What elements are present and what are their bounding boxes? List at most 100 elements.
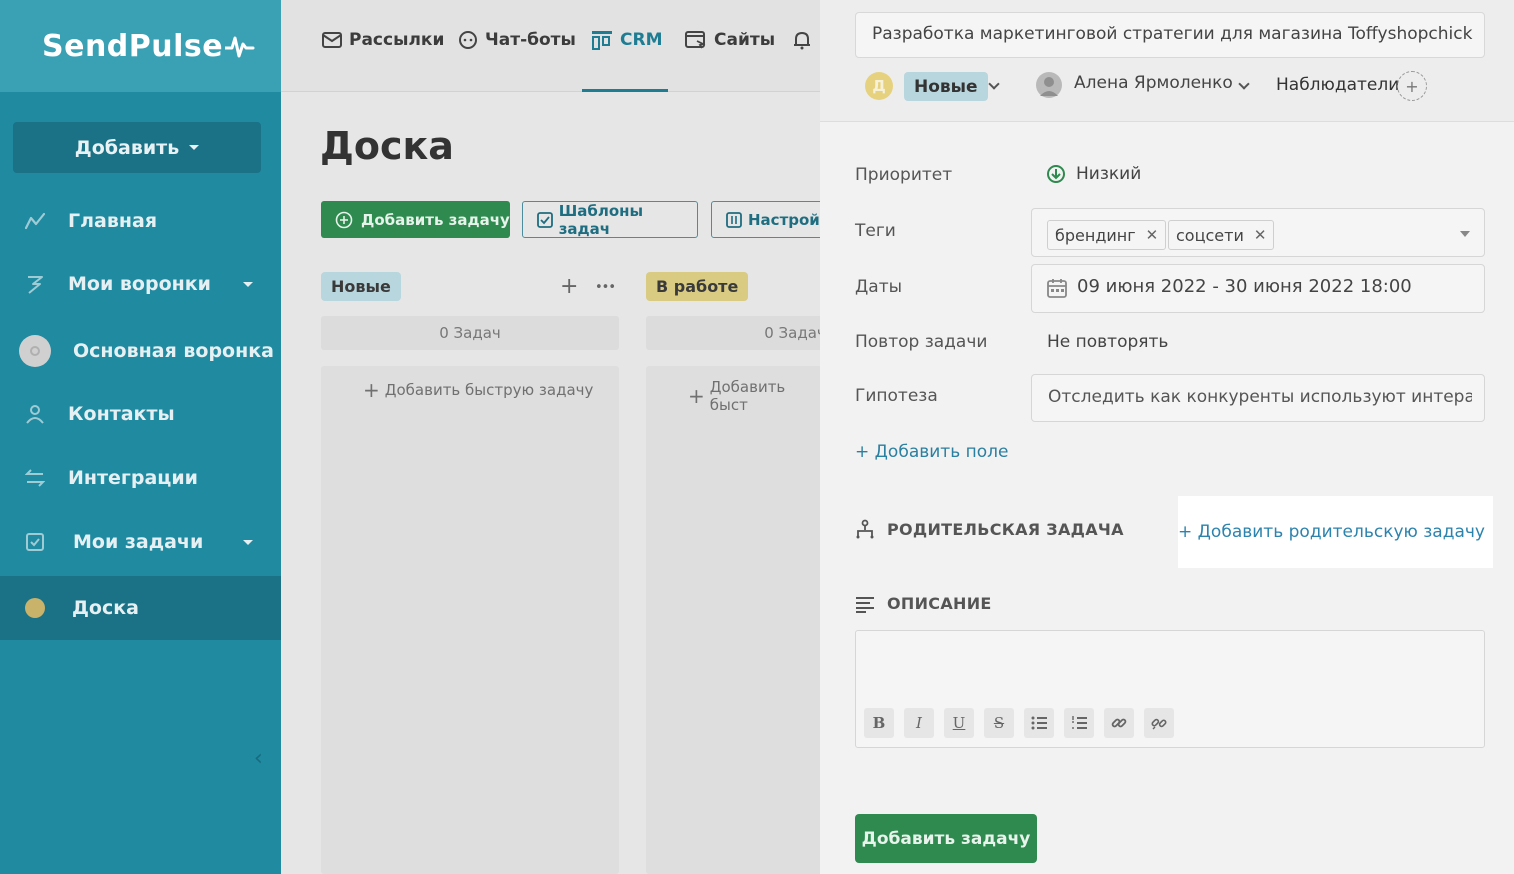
sidebar-item-home[interactable]: Главная bbox=[0, 189, 281, 253]
add-field-link[interactable]: + Добавить поле bbox=[855, 442, 1008, 462]
hypothesis-value: Отследить как конкуренты используют инте… bbox=[1048, 387, 1472, 407]
active-tab-indicator bbox=[582, 89, 668, 92]
tag-chip: брендинг ✕ bbox=[1047, 220, 1167, 250]
priority-label: Приоритет bbox=[855, 165, 953, 185]
repeat-select[interactable]: Не повторять bbox=[1047, 332, 1168, 352]
caret-down-icon[interactable] bbox=[1460, 231, 1470, 237]
dates-input[interactable]: 09 июня 2022 - 30 июня 2022 18:00 bbox=[1031, 264, 1485, 313]
chat-bot-icon bbox=[459, 31, 477, 49]
task-templates-button[interactable]: Шаблоны задач bbox=[522, 201, 698, 238]
assignee-avatar bbox=[1036, 72, 1062, 98]
caret-down-icon bbox=[243, 539, 253, 545]
submit-task-button[interactable]: Добавить задачу bbox=[855, 814, 1037, 863]
repeat-label: Повтор задачи bbox=[855, 332, 988, 352]
sidebar-item-my-funnels[interactable]: Мои воронки bbox=[0, 252, 281, 316]
numbered-list-icon bbox=[1072, 716, 1087, 729]
sidebar-item-main-funnel[interactable]: Основная воронка bbox=[0, 319, 281, 383]
nav-chatbots[interactable]: Чат-боты bbox=[458, 30, 576, 50]
remove-tag-icon[interactable]: ✕ bbox=[1146, 226, 1159, 244]
unlink-icon bbox=[1151, 718, 1167, 730]
sidebar-item-label: Основная воронка bbox=[73, 340, 274, 362]
task-panel-header: Разработка маркетинговой стратегии для м… bbox=[820, 0, 1514, 122]
user-avatar-icon bbox=[1040, 77, 1058, 96]
sidebar-item-label: Доска bbox=[72, 597, 139, 619]
bold-button[interactable]: B bbox=[864, 708, 894, 738]
nav-notifications[interactable] bbox=[793, 30, 818, 50]
sidebar: SendPulse Добавить Главная Мои воронки О… bbox=[0, 0, 281, 874]
dates-label: Даты bbox=[855, 277, 903, 297]
column-task-count: 0 Задач bbox=[646, 316, 820, 350]
mail-icon bbox=[322, 32, 342, 48]
chevron-down-icon[interactable] bbox=[988, 78, 1000, 90]
sidebar-item-label: Мои задачи bbox=[73, 531, 204, 553]
add-parent-task-link[interactable]: + Добавить родительскую задачу bbox=[1178, 496, 1493, 568]
tag-label: соцсети bbox=[1176, 225, 1244, 245]
bullet-list-button[interactable] bbox=[1024, 708, 1054, 738]
add-task-button[interactable]: Добавить задачу bbox=[321, 201, 510, 238]
description-section: ОПИСАНИЕ bbox=[855, 594, 992, 613]
status-select[interactable]: Новые bbox=[904, 72, 988, 101]
column-body-in-progress bbox=[646, 366, 820, 874]
templates-label: Шаблоны задач bbox=[558, 201, 644, 238]
board-dot-icon bbox=[25, 598, 45, 618]
plus-circle-icon bbox=[335, 211, 353, 228]
tags-label: Теги bbox=[855, 221, 896, 241]
calendar-icon bbox=[1047, 279, 1067, 298]
underline-button[interactable]: U bbox=[944, 708, 974, 738]
bullet-list-icon bbox=[1031, 716, 1047, 730]
quick-add-task-button[interactable]: + Добавить быст bbox=[688, 378, 820, 414]
sidebar-item-contacts[interactable]: Контакты bbox=[0, 382, 281, 446]
caret-down-icon bbox=[243, 281, 253, 287]
dates-value: 09 июня 2022 - 30 июня 2022 18:00 bbox=[1077, 276, 1412, 297]
pulse-icon bbox=[225, 36, 255, 58]
checkbox-icon bbox=[24, 531, 46, 553]
settings-icon bbox=[726, 211, 742, 228]
nav-mailings[interactable]: Рассылки bbox=[322, 30, 444, 50]
hypothesis-input[interactable]: Отследить как конкуренты используют инте… bbox=[1031, 374, 1485, 422]
unlink-button[interactable] bbox=[1144, 708, 1174, 738]
add-button-label: Добавить bbox=[74, 136, 180, 159]
numbered-list-button[interactable] bbox=[1064, 708, 1094, 738]
remove-tag-icon[interactable]: ✕ bbox=[1254, 226, 1267, 244]
italic-button[interactable]: I bbox=[904, 708, 934, 738]
nav-crm[interactable]: CRM bbox=[591, 30, 662, 50]
add-task-label: Добавить задачу bbox=[361, 210, 510, 229]
sidebar-item-label: Главная bbox=[68, 210, 158, 232]
link-button[interactable] bbox=[1104, 708, 1134, 738]
sendpulse-logo[interactable]: SendPulse bbox=[42, 29, 255, 64]
integrations-icon bbox=[24, 467, 46, 489]
add-button[interactable]: Добавить bbox=[13, 122, 261, 173]
priority-select[interactable]: Низкий bbox=[1046, 164, 1141, 184]
tag-label: брендинг bbox=[1055, 225, 1136, 245]
board-settings-button[interactable]: Настройк bbox=[711, 201, 820, 238]
status-avatar: Д bbox=[865, 72, 893, 100]
parent-task-label: РОДИТЕЛЬСКАЯ ЗАДАЧА bbox=[887, 519, 1124, 539]
crm-icon bbox=[592, 31, 612, 50]
nav-label: CRM bbox=[620, 30, 663, 50]
column-add-icon[interactable]: + bbox=[560, 274, 578, 299]
column-more-icon[interactable]: ••• bbox=[595, 280, 616, 295]
quick-add-task-button[interactable]: + Добавить быструю задачу bbox=[363, 378, 593, 402]
sidebar-item-board[interactable]: Доска bbox=[0, 576, 281, 640]
nav-label: Сайты bbox=[714, 30, 776, 50]
top-navigation: Рассылки Чат-боты CRM Сайты bbox=[281, 0, 820, 92]
caret-down-icon bbox=[189, 145, 200, 150]
board-area: Рассылки Чат-боты CRM Сайты Доска Добави… bbox=[281, 0, 820, 874]
strikethrough-button[interactable]: S bbox=[984, 708, 1014, 738]
column-badge-in-progress: В работе bbox=[646, 272, 749, 301]
nav-sites[interactable]: Сайты bbox=[685, 30, 775, 50]
arrow-down-circle-icon bbox=[1047, 165, 1065, 183]
tags-select[interactable]: брендинг ✕ соцсети ✕ bbox=[1031, 208, 1485, 257]
trend-icon bbox=[24, 210, 46, 232]
chevron-down-icon[interactable] bbox=[1238, 78, 1250, 90]
add-observer-button[interactable]: + bbox=[1397, 71, 1427, 101]
sidebar-item-my-tasks[interactable]: Мои задачи bbox=[0, 510, 281, 574]
description-editor[interactable]: B I U S bbox=[855, 630, 1485, 748]
column-task-count: 0 Задач bbox=[321, 316, 619, 350]
collapse-sidebar-icon[interactable]: ‹ bbox=[254, 746, 263, 771]
sidebar-item-integrations[interactable]: Интеграции bbox=[0, 446, 281, 510]
assignee-name[interactable]: Алена Ярмоленко bbox=[1074, 73, 1233, 93]
task-title-input[interactable]: Разработка маркетинговой стратегии для м… bbox=[855, 12, 1485, 58]
sidebar-item-label: Интеграции bbox=[68, 467, 198, 489]
tag-chip: соцсети ✕ bbox=[1168, 220, 1275, 250]
